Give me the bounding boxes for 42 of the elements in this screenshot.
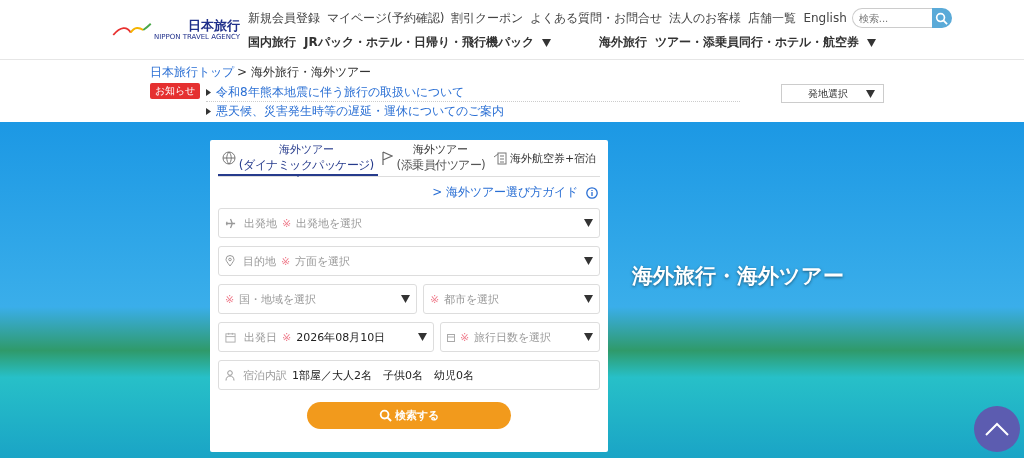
notice-label: お知らせ — [150, 83, 200, 99]
info-icon — [586, 186, 598, 199]
breadcrumb-current: > 海外旅行・海外ツアー — [237, 64, 371, 81]
notice-link[interactable]: 令和8年熊本地震に伴う旅行の取扱いについて — [216, 83, 464, 101]
search-icon — [379, 409, 392, 422]
select-field[interactable]: 出発日 ※ 2026年08月10日 — [218, 322, 434, 352]
header-link[interactable]: 割引クーポン — [451, 9, 524, 27]
search-tab[interactable]: 海外航空券+宿泊 — [489, 142, 600, 176]
logo-text: 日本旅行 — [188, 18, 241, 33]
chevron-up-icon — [985, 422, 1009, 436]
header-link[interactable]: 店舗一覧 — [748, 9, 797, 27]
location-pin-icon — [225, 255, 235, 267]
site-search-field[interactable]: 検索... — [851, 8, 932, 28]
calendar-icon — [447, 332, 455, 342]
calendar-icon — [225, 331, 236, 343]
input-field[interactable]: 宿泊内訳 1部屋／大人2名 子供0名 幼児0名 — [218, 360, 600, 390]
caret-icon — [541, 38, 551, 47]
caret-icon — [866, 38, 876, 47]
bullet-icon — [206, 107, 211, 115]
building-icon — [492, 151, 507, 165]
plane-icon — [225, 217, 236, 229]
hero-title: 海外旅行・海外ツアー — [632, 263, 844, 290]
search-icon — [935, 11, 949, 25]
caret-icon — [866, 89, 875, 98]
bullet-icon — [206, 88, 211, 96]
header-link[interactable]: 法人のお客様 — [669, 9, 742, 27]
departure-select[interactable]: 発地選択 — [781, 84, 884, 103]
nav-menu-link[interactable]: 海外旅行 ツアー・添乗員同行・ホテル・航空券 — [598, 34, 876, 51]
notice-link[interactable]: 悪天候、災害発生時等の遅延・運休についてのご案内 — [216, 102, 504, 120]
flag-icon — [381, 151, 394, 165]
header-link[interactable]: マイページ(予約確認) — [327, 9, 445, 27]
globe-icon — [221, 151, 236, 165]
nav-menu-link[interactable]: 国内旅行 JRパック・ホテル・日帰り・飛行機パック — [248, 34, 551, 51]
search-tab[interactable]: 海外ツアー (ダイナミックパッケージ) — [218, 142, 378, 176]
person-icon — [225, 369, 235, 381]
breadcrumb-link[interactable]: 日本旅行トップ — [150, 64, 234, 81]
guide-link[interactable]: > 海外ツアー選び方ガイド — [432, 184, 578, 201]
search-button[interactable] — [931, 8, 952, 28]
header-link[interactable]: English — [803, 11, 847, 25]
header-link[interactable]: よくある質問・お問合せ — [530, 9, 663, 27]
search-tab[interactable]: 海外ツアー (添乗員付ツアー) — [377, 142, 490, 176]
header-link[interactable]: 新規会員登録 — [248, 9, 321, 27]
